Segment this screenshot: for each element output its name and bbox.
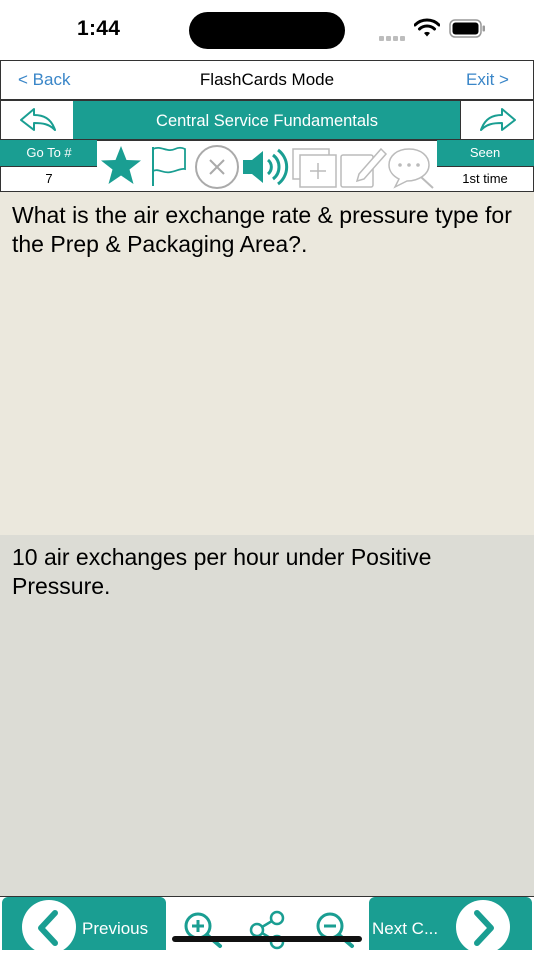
zoom-out-icon[interactable] (312, 910, 360, 955)
card-toolbar (97, 140, 437, 192)
category-title: Central Service Fundamentals (73, 100, 461, 140)
question-text: What is the air exchange rate & pressure… (12, 202, 512, 257)
edit-icon[interactable] (340, 147, 388, 188)
back-button[interactable]: < Back (18, 70, 70, 90)
chevron-right-icon (456, 900, 510, 954)
comment-icon[interactable] (388, 148, 434, 189)
dynamic-island (189, 12, 345, 49)
add-card-icon[interactable] (292, 148, 337, 188)
forward-arrow-icon (480, 108, 516, 131)
previous-label: Previous (82, 919, 149, 938)
reply-arrow-icon (20, 108, 56, 131)
seen-label: Seen (436, 140, 534, 166)
status-time: 1:44 (77, 17, 121, 40)
close-circle-icon[interactable] (195, 145, 239, 189)
answer-text: 10 air exchanges per hour under Positive… (12, 544, 432, 599)
next-category-button[interactable] (460, 100, 534, 140)
seen-value: 1st time (436, 166, 534, 192)
battery-icon (449, 19, 486, 38)
previous-category-button[interactable] (0, 100, 74, 140)
star-icon[interactable] (101, 146, 141, 184)
speaker-icon[interactable] (243, 148, 289, 186)
goto-label: Go To # (0, 140, 98, 166)
wifi-icon (413, 18, 441, 43)
zoom-in-icon[interactable] (182, 910, 226, 955)
home-indicator (172, 936, 362, 942)
goto-input[interactable]: 7 (0, 166, 98, 192)
share-icon[interactable] (247, 910, 291, 955)
cellular-signal-icon (379, 28, 407, 46)
page-title: FlashCards Mode (199, 70, 335, 89)
next-label: Next C... (372, 919, 439, 938)
flag-icon[interactable] (152, 146, 186, 186)
chevron-left-icon (22, 900, 76, 954)
exit-button[interactable]: Exit > (466, 70, 509, 90)
